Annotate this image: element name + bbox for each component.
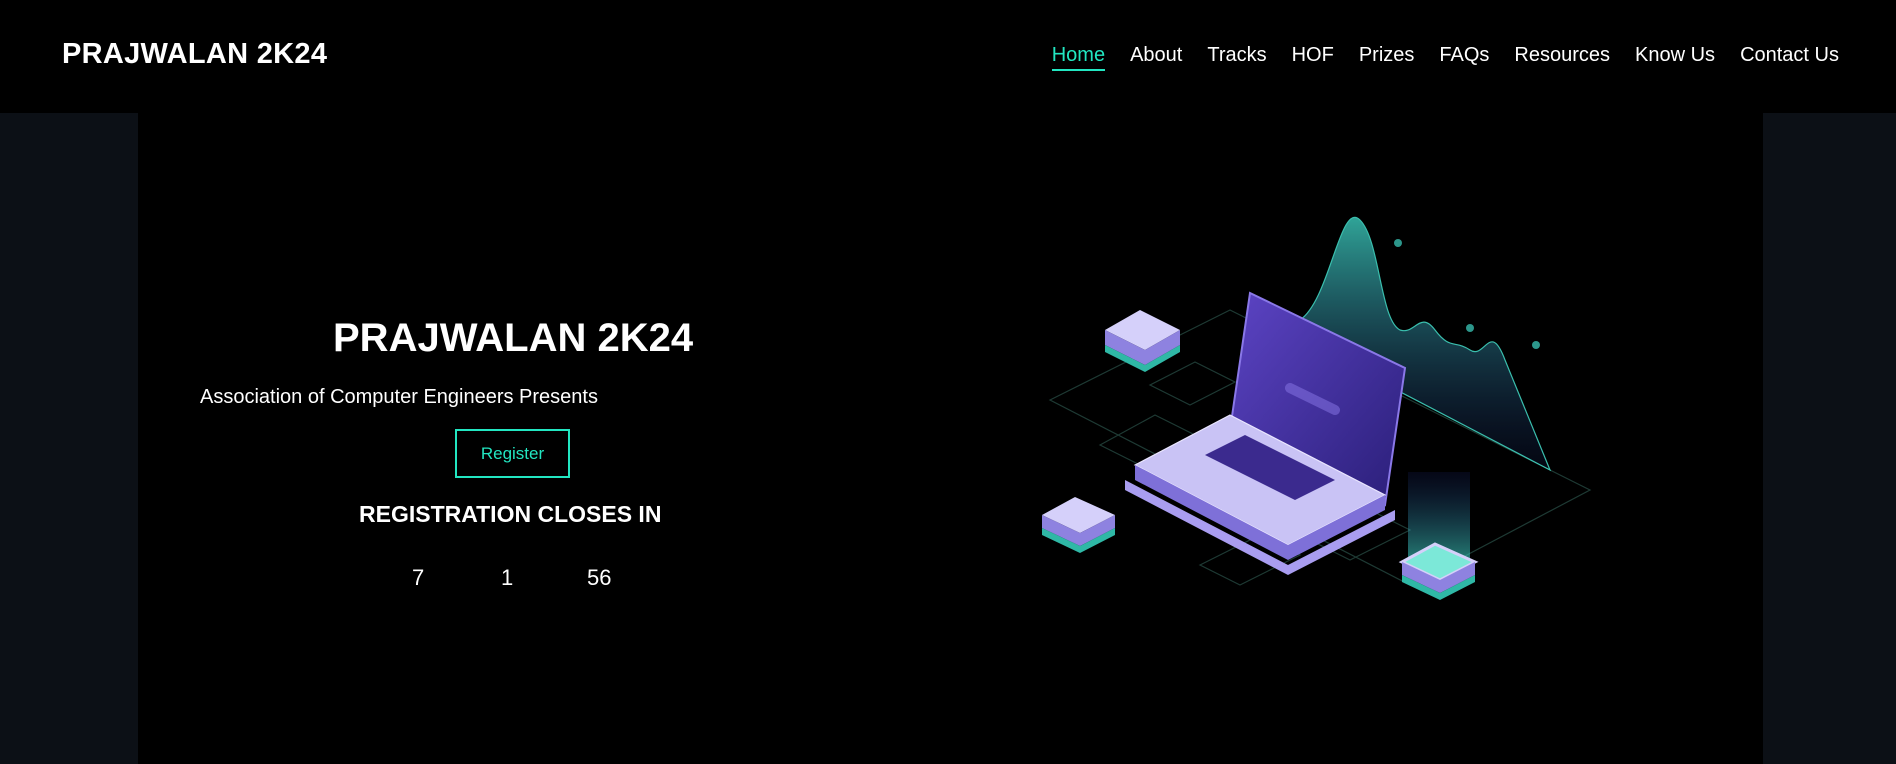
registration-closes-heading: REGISTRATION CLOSES IN: [359, 501, 662, 527]
navbar: PRAJWALAN 2K24 Home About Tracks HOF Pri…: [0, 0, 1896, 113]
side-panel-right: [1763, 113, 1896, 764]
hero-title: PRAJWALAN 2K24: [333, 316, 694, 360]
register-button[interactable]: Register: [455, 429, 570, 478]
nav-links: Home About Tracks HOF Prizes FAQs Resour…: [1051, 44, 1839, 71]
nav-link-know-us[interactable]: Know Us: [1635, 44, 1715, 71]
hero-subtitle: Association of Computer Engineers Presen…: [200, 386, 598, 408]
laptop-analytics-illustration: [1042, 216, 1592, 600]
cube-bottom-left: [1042, 497, 1115, 553]
countdown-days: 7: [412, 565, 425, 590]
nav-link-contact-us[interactable]: Contact Us: [1740, 44, 1839, 71]
nav-link-faqs[interactable]: FAQs: [1439, 44, 1489, 71]
nav-link-tracks[interactable]: Tracks: [1207, 44, 1266, 71]
nav-link-about[interactable]: About: [1130, 44, 1182, 71]
nav-link-resources[interactable]: Resources: [1514, 44, 1610, 71]
nav-link-hof[interactable]: HOF: [1292, 44, 1334, 71]
nav-link-prizes[interactable]: Prizes: [1359, 44, 1415, 71]
countdown-minutes: 56: [587, 565, 612, 590]
brand-logo[interactable]: PRAJWALAN 2K24: [62, 38, 327, 71]
side-panel-left: [0, 113, 138, 764]
countdown-hours: 1: [501, 565, 514, 590]
nav-link-home[interactable]: Home: [1051, 44, 1106, 71]
cube-top-left: [1105, 310, 1180, 372]
